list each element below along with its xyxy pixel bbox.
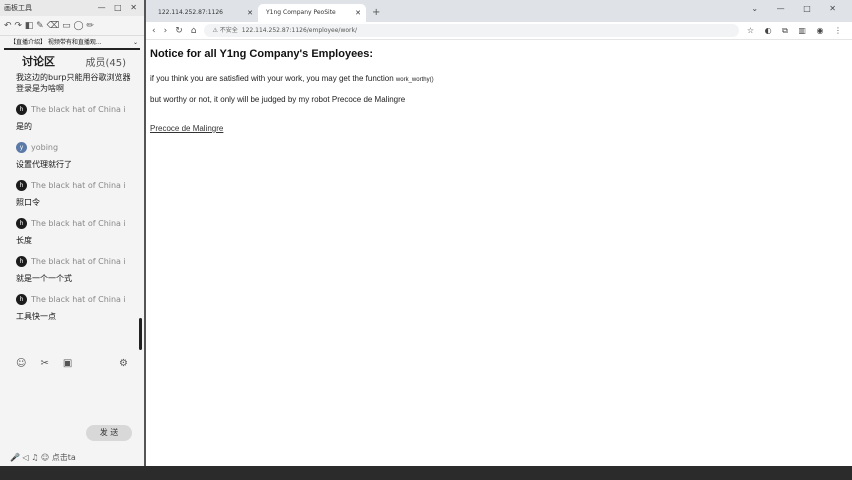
tab-title: 122.114.252.87:1126 xyxy=(158,9,224,16)
page-content: Notice for all Y1ng Company's Employees:… xyxy=(146,40,852,133)
close-icon[interactable]: ✕ xyxy=(355,4,361,22)
message-text: 登录是为啥啊 xyxy=(16,84,64,93)
notice-line-1: if you think you are satisfied with your… xyxy=(150,74,852,83)
security-indicator[interactable]: ⚠ 不安全 xyxy=(212,24,237,37)
function-name: work_worthy() xyxy=(395,77,434,83)
tab-bar: 122.114.252.87:1126 ✕ Y1ng Company PeoSi… xyxy=(146,0,852,22)
author-name: The black hat of China i xyxy=(31,294,126,304)
drawing-tool-icons[interactable]: ↶ ↷ ◧ ✎ ⌫ ▭ ◯ ✏ xyxy=(4,21,94,31)
browser-window: 122.114.252.87:1126 ✕ Y1ng Company PeoSi… xyxy=(146,0,852,466)
send-button[interactable]: 发 送 xyxy=(86,425,132,441)
back-icon[interactable]: ‹ xyxy=(152,26,156,36)
browser-tab-active[interactable]: Y1ng Company PeoSite ✕ xyxy=(258,4,366,22)
taskbar xyxy=(0,466,852,480)
bottom-controls[interactable]: 🎤 ◁ ♫ ☺ 点击ta xyxy=(10,452,76,463)
bottom-control-icons[interactable]: 🎤 ◁ ♫ ☺ 点击ta xyxy=(10,452,76,463)
chat-tools: ☺ ✂ ▣ ⚙ xyxy=(16,358,128,369)
avatar: h xyxy=(16,217,27,229)
url-text: 122.114.252.87:1126/employee/work/ xyxy=(241,27,357,34)
room-tab[interactable]: 【直播介绍】 视频带有和直播观... ⌄ xyxy=(4,36,140,50)
message-text: 是的 xyxy=(16,122,32,131)
close-icon[interactable]: ✕ xyxy=(247,4,253,22)
message-text: 照口令 xyxy=(16,198,40,207)
reload-icon[interactable]: ↻ xyxy=(175,26,183,36)
home-icon[interactable]: ⌂ xyxy=(191,26,197,36)
url-input[interactable]: ⚠ 不安全 122.114.252.87:1126/employee/work/ xyxy=(204,24,739,37)
emoji-icon[interactable]: ☺ xyxy=(16,358,26,369)
message-author: h The black hat of China i xyxy=(16,254,136,268)
author-name: The black hat of China i xyxy=(31,218,126,228)
author-name: The black hat of China i xyxy=(31,180,126,190)
author-name: yobing xyxy=(31,142,59,152)
message-text: 设置代理就行了 xyxy=(16,160,72,169)
scissors-icon[interactable]: ✂ xyxy=(40,358,48,369)
forward-icon[interactable]: › xyxy=(164,26,168,36)
screen: 画板工具 — □ ✕ ↶ ↷ ◧ ✎ ⌫ ▭ ◯ ✏ 【直播介绍】 视频带有和直… xyxy=(0,0,852,480)
message-text: 工具快一点 xyxy=(16,312,56,321)
message-author: y yobing xyxy=(16,140,136,154)
author-name: The black hat of China i xyxy=(31,104,126,114)
chat-window-title: 画板工具 — □ ✕ xyxy=(0,0,144,16)
avatar: h xyxy=(16,179,27,191)
members-count[interactable]: 成员(45) xyxy=(85,54,126,69)
image-icon[interactable]: ▣ xyxy=(63,358,72,369)
message-text: 我这边的burp只能用谷歌浏览器 xyxy=(16,73,131,82)
message-author: h The black hat of China i xyxy=(16,216,136,230)
notice-line-1-text: if you think you are satisfied with your… xyxy=(150,74,396,83)
chat-window-controls[interactable]: — □ ✕ xyxy=(98,0,140,16)
new-tab-button[interactable]: + xyxy=(366,4,386,22)
chat-panel: 画板工具 — □ ✕ ↶ ↷ ◧ ✎ ⌫ ▭ ◯ ✏ 【直播介绍】 视频带有和直… xyxy=(0,0,146,466)
avatar: y xyxy=(16,141,27,153)
drawing-toolbar[interactable]: ↶ ↷ ◧ ✎ ⌫ ▭ ◯ ✏ xyxy=(0,16,144,36)
extension-icons[interactable]: ☆ ◐ ⧉ ▥ ◉ ⋮ xyxy=(747,26,846,36)
browser-tab[interactable]: 122.114.252.87:1126 ✕ xyxy=(150,4,258,22)
chat-window-title-text: 画板工具 xyxy=(4,4,32,12)
tab-title: Y1ng Company PeoSite xyxy=(266,9,336,16)
room-tab-label: 【直播介绍】 视频带有和直播观... xyxy=(10,39,102,46)
discussion-title: 讨论区 xyxy=(22,55,55,68)
avatar: h xyxy=(16,103,27,115)
message-author: h The black hat of China i xyxy=(16,178,136,192)
page-heading: Notice for all Y1ng Company's Employees: xyxy=(150,48,374,60)
settings-icon[interactable]: ⚙ xyxy=(119,358,128,369)
robot-link[interactable]: Precoce de Malingre xyxy=(150,124,852,133)
avatar: h xyxy=(16,255,27,267)
chevron-down-icon[interactable]: ⌄ xyxy=(133,36,138,48)
message-text: 长度 xyxy=(16,236,32,245)
author-name: The black hat of China i xyxy=(31,256,126,266)
address-bar: ‹ › ↻ ⌂ ⚠ 不安全 122.114.252.87:1126/employ… xyxy=(146,22,852,40)
message-author: h The black hat of China i xyxy=(16,292,136,306)
discussion-header: 讨论区 成员(45) xyxy=(0,50,144,72)
message-text: 就是一个一个式 xyxy=(16,274,72,283)
message-list: 我这边的burp只能用谷歌浏览器 登录是为啥啊 h The black hat … xyxy=(0,72,144,322)
scrollbar[interactable] xyxy=(139,318,142,350)
message-author: h The black hat of China i xyxy=(16,102,136,116)
notice-line-2: but worthy or not, it only will be judge… xyxy=(150,95,406,104)
browser-window-controls[interactable]: ⌄ — □ ✕ xyxy=(751,4,844,13)
avatar: h xyxy=(16,293,27,305)
